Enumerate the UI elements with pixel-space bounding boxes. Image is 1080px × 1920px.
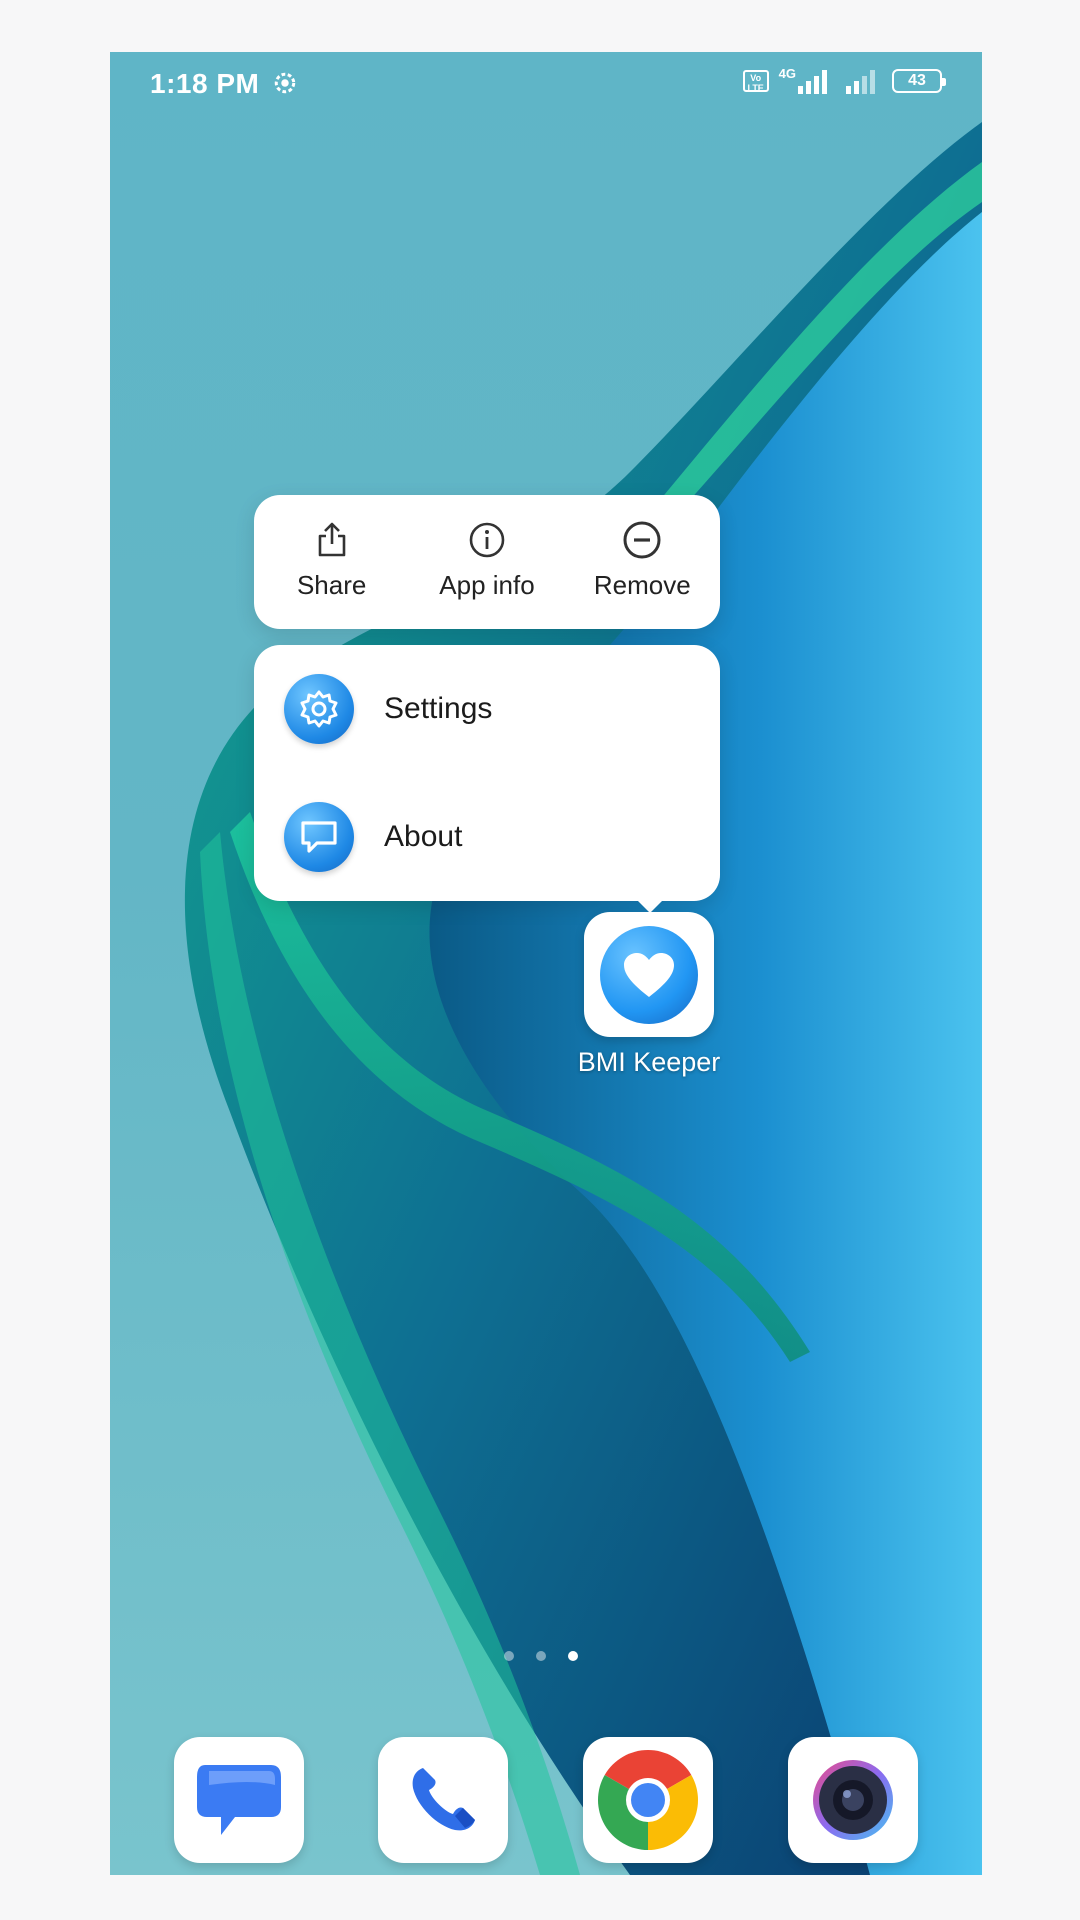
- settings-shortcut[interactable]: Settings: [254, 645, 720, 773]
- wallpaper: [184, 122, 982, 1875]
- signal-strength-icon: [798, 70, 827, 94]
- camera-icon: [813, 1760, 893, 1840]
- app-action-menu: Share App info Remove: [254, 495, 720, 629]
- network-type: 4G: [778, 65, 796, 81]
- messages-icon: [197, 1765, 281, 1835]
- share-label: Share: [296, 570, 367, 600]
- phone-icon: [412, 1768, 475, 1831]
- page-dot[interactable]: [504, 1651, 514, 1661]
- settings-shortcut-label: Settings: [384, 692, 493, 725]
- status-time: 1:18 PM: [150, 68, 260, 99]
- signal-strength-sim2-icon: [846, 70, 875, 94]
- remove-icon: [623, 521, 661, 559]
- share-action[interactable]: Share: [254, 495, 409, 629]
- about-shortcut[interactable]: About: [254, 773, 720, 901]
- battery-indicator: 43: [892, 69, 946, 93]
- page-indicator: [504, 1651, 578, 1661]
- chat-bubble-icon: [284, 802, 354, 872]
- page-dot[interactable]: [536, 1651, 546, 1661]
- chrome-icon: [598, 1750, 698, 1850]
- remove-action[interactable]: Remove: [565, 495, 720, 629]
- chrome-app-icon[interactable]: [583, 1737, 713, 1863]
- app-name-label: BMI Keeper: [577, 1047, 721, 1077]
- status-icons: Vo LTE 4G 43: [742, 65, 946, 94]
- about-shortcut-label: About: [384, 820, 463, 853]
- app-info-action[interactable]: App info: [409, 495, 564, 629]
- app-shortcuts-menu: Settings About: [254, 645, 720, 913]
- bmi-keeper-app-icon[interactable]: [584, 912, 714, 1037]
- app-info-label: App info: [439, 570, 535, 600]
- phone-app-icon[interactable]: [378, 1737, 508, 1863]
- settings-gear-icon: [274, 72, 296, 94]
- info-icon: [469, 522, 505, 558]
- battery-level: 43: [908, 72, 926, 89]
- camera-app-icon[interactable]: [788, 1737, 918, 1863]
- home-screen: 1:18 PM Vo LTE 4G 43 Share App info Remo…: [110, 52, 982, 1875]
- heart-icon: [600, 925, 698, 1024]
- gear-icon: [284, 674, 354, 744]
- remove-label: Remove: [593, 570, 691, 600]
- share-icon: [318, 522, 345, 557]
- messages-app-icon[interactable]: [174, 1737, 304, 1863]
- volte-icon: Vo LTE: [742, 70, 769, 93]
- page-dot-active[interactable]: [568, 1651, 578, 1661]
- status-bar: 1:18 PM Vo LTE 4G 43: [110, 52, 982, 122]
